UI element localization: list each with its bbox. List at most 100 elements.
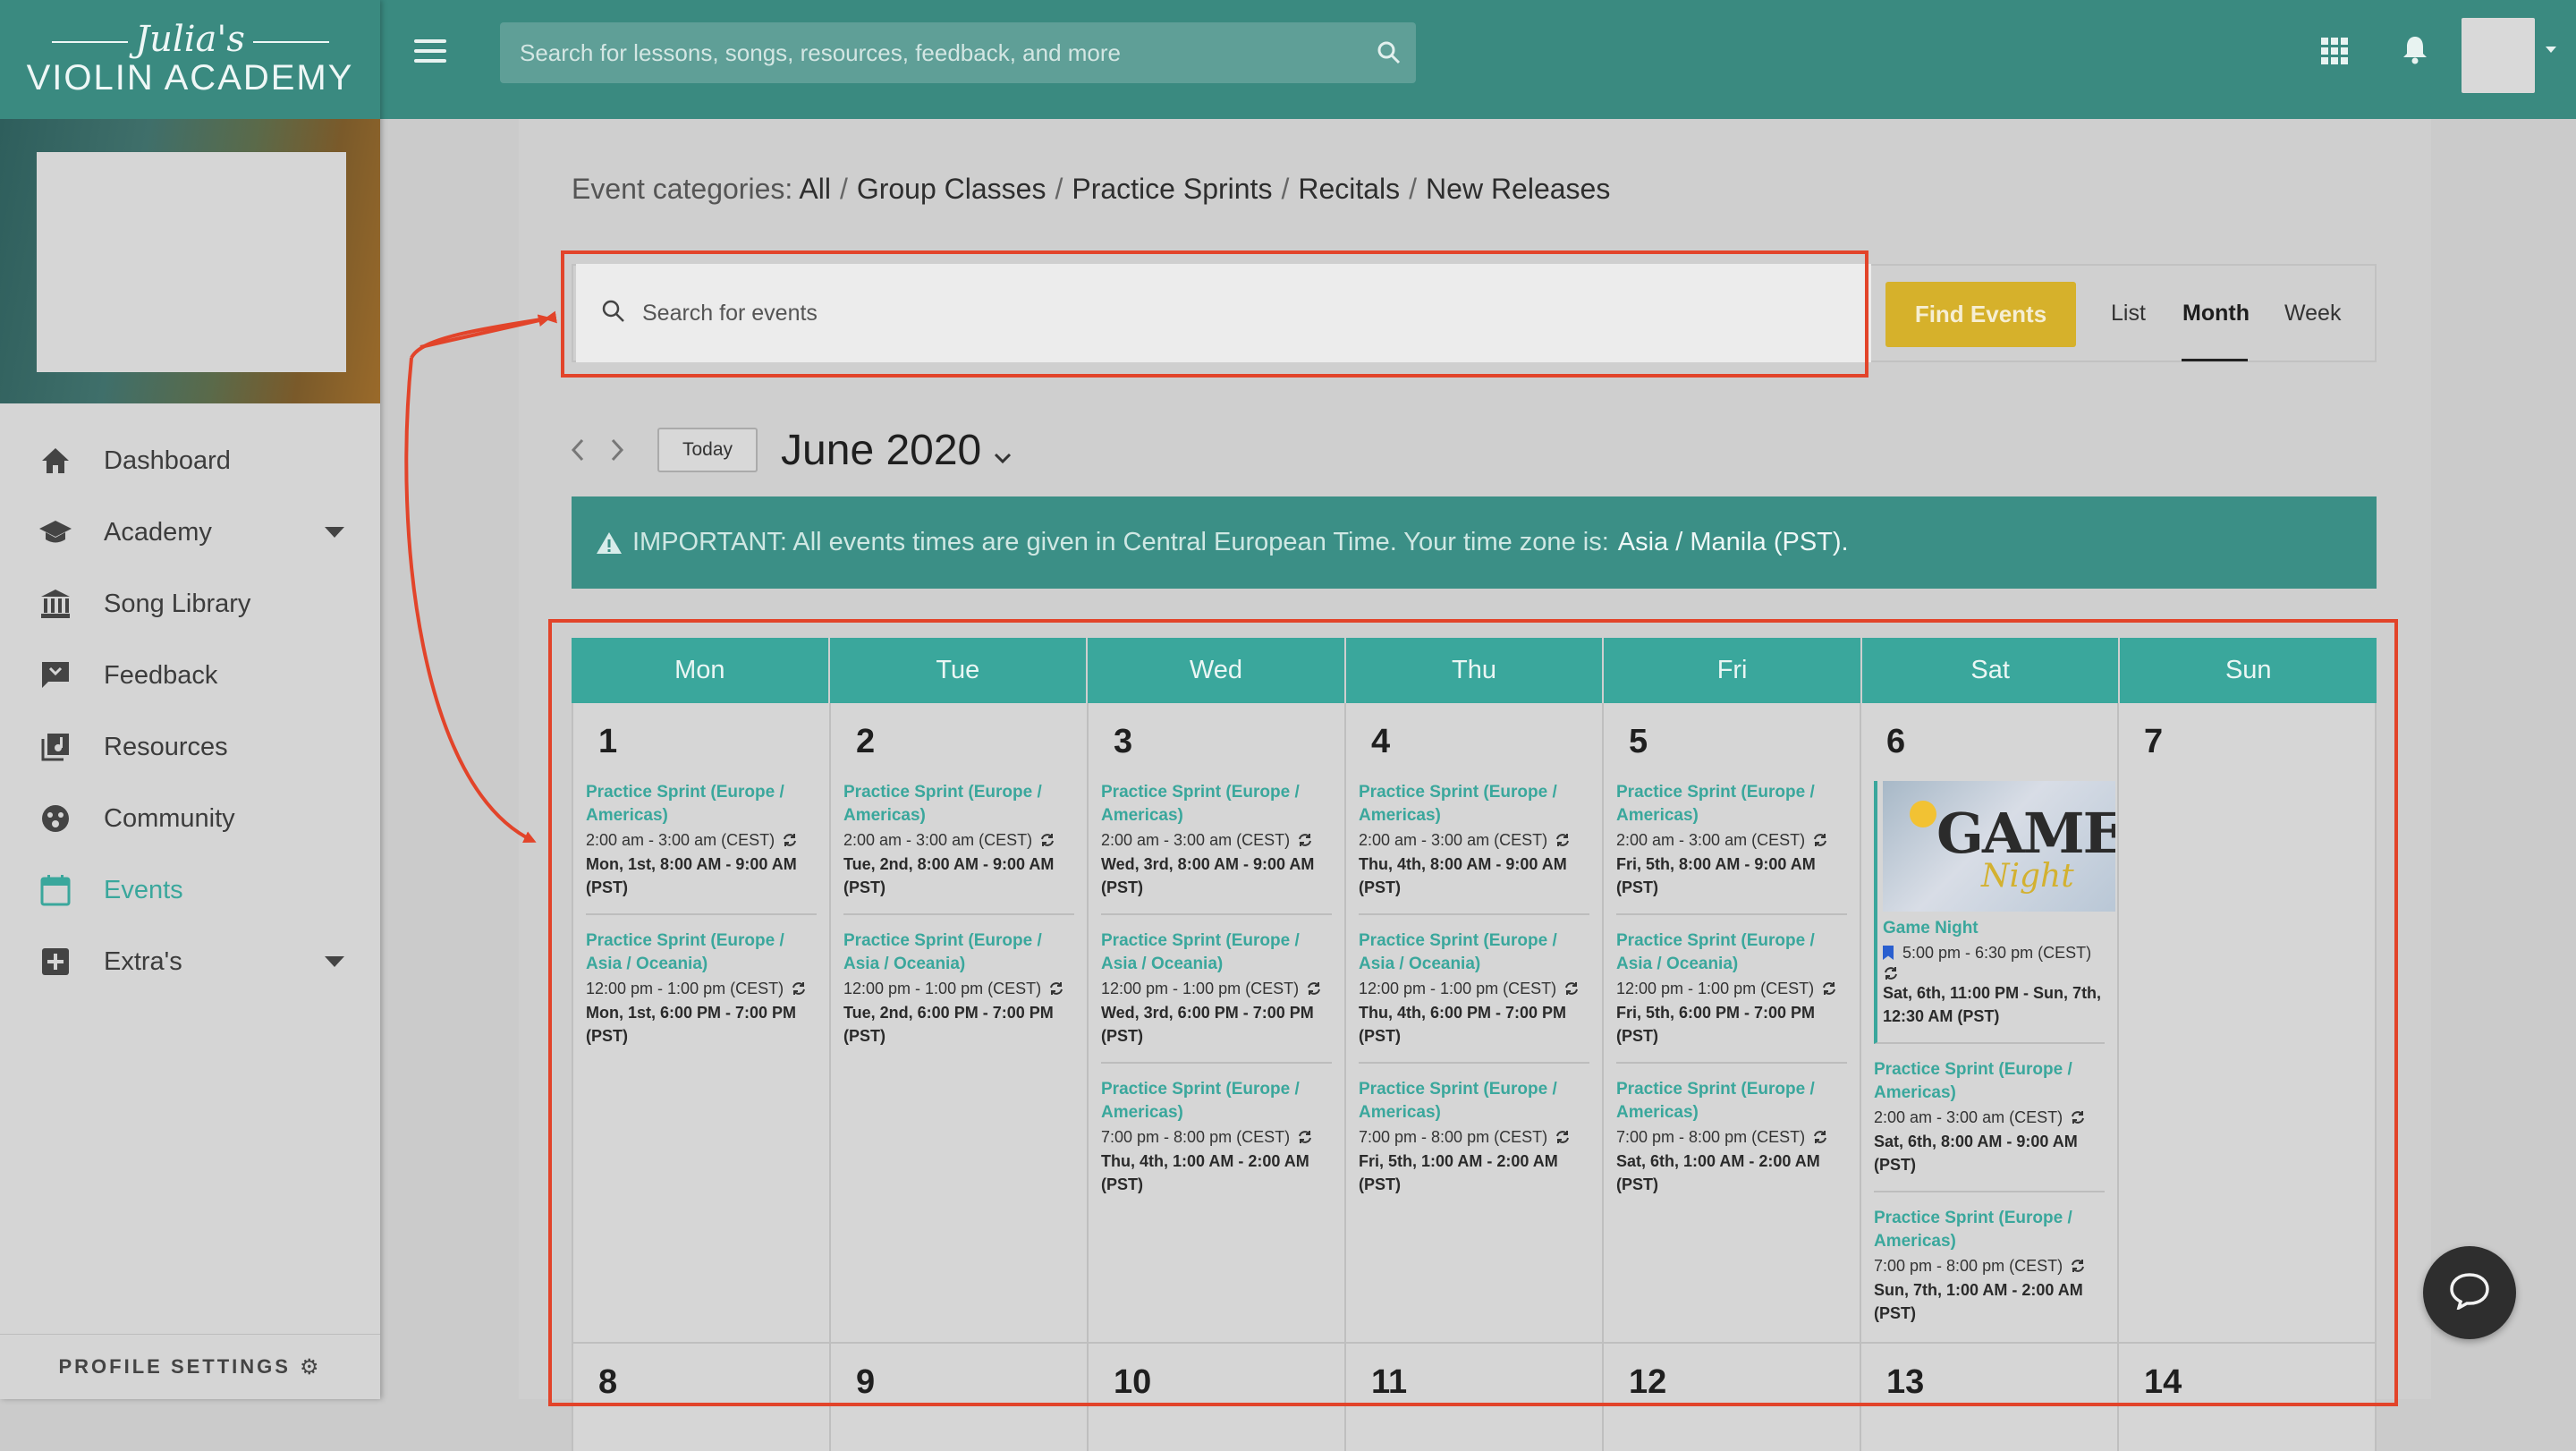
calendar-day[interactable]: 6 GAME Night Game Night 5:00 pm - 6:30 p…	[1861, 703, 2119, 1342]
calendar-day[interactable]: 2 Practice Sprint (Europe / Americas) 2:…	[831, 703, 1089, 1342]
caret-down-icon[interactable]	[325, 527, 344, 538]
month-picker[interactable]: June 2020	[781, 426, 1012, 475]
day-number[interactable]: 14	[2144, 1363, 2362, 1402]
calendar-event[interactable]: Practice Sprint (Europe / Asia / Oceania…	[843, 929, 1074, 1062]
day-number[interactable]: 12	[1629, 1363, 1847, 1402]
sidebar-item-extras[interactable]: Extra's	[0, 926, 380, 997]
event-title[interactable]: Practice Sprint (Europe / Asia / Oceania…	[1101, 929, 1332, 976]
apps-grid-icon[interactable]	[2321, 38, 2348, 64]
calendar-day[interactable]: 10	[1089, 1344, 1346, 1451]
chevron-left-icon[interactable]	[568, 438, 588, 462]
event-title[interactable]: Practice Sprint (Europe / Americas)	[1874, 1207, 2105, 1253]
sidebar-item-community[interactable]: Community	[0, 783, 380, 854]
calendar-event[interactable]: Practice Sprint (Europe / Americas) 2:00…	[586, 781, 817, 915]
sidebar-item-song-library[interactable]: Song Library	[0, 568, 380, 640]
profile-settings-link[interactable]: PROFILE SETTINGS ⚙	[0, 1334, 380, 1399]
event-title[interactable]: Practice Sprint (Europe / Americas)	[1101, 781, 1332, 827]
sidebar-item-feedback[interactable]: Feedback	[0, 640, 380, 711]
menu-icon[interactable]	[414, 39, 446, 66]
day-number[interactable]: 13	[1886, 1363, 2105, 1402]
day-number[interactable]: 9	[856, 1363, 1074, 1402]
day-number[interactable]: 6	[1886, 723, 2105, 761]
day-number[interactable]: 11	[1371, 1363, 1589, 1402]
view-tab-list[interactable]: List	[2111, 301, 2146, 327]
caret-down-icon[interactable]	[2546, 47, 2556, 53]
day-number[interactable]: 3	[1114, 723, 1332, 761]
global-search-input[interactable]	[518, 38, 1362, 68]
event-title[interactable]: Practice Sprint (Europe / Americas)	[1616, 781, 1847, 827]
day-number[interactable]: 4	[1371, 723, 1589, 761]
event-image[interactable]: GAME Night	[1883, 781, 2115, 912]
calendar-day[interactable]: 5 Practice Sprint (Europe / Americas) 2:…	[1604, 703, 1861, 1342]
calendar-event[interactable]: Practice Sprint (Europe / Americas) 7:00…	[1101, 1078, 1332, 1210]
featured-event[interactable]: GAME Night Game Night 5:00 pm - 6:30 pm …	[1874, 781, 2115, 1044]
sidebar-item-dashboard[interactable]: Dashboard	[0, 425, 380, 496]
calendar-event[interactable]: Practice Sprint (Europe / Americas) 7:00…	[1616, 1078, 1847, 1210]
calendar-event[interactable]: Practice Sprint (Europe / Americas) 7:00…	[1874, 1207, 2105, 1339]
calendar-event[interactable]: Practice Sprint (Europe / Americas) 2:00…	[1359, 781, 1589, 915]
calendar-day[interactable]: 3 Practice Sprint (Europe / Americas) 2:…	[1089, 703, 1346, 1342]
find-events-button[interactable]: Find Events	[1885, 282, 2076, 347]
event-title[interactable]: Practice Sprint (Europe / Asia / Oceania…	[1359, 929, 1589, 976]
event-title[interactable]: Practice Sprint (Europe / Americas)	[1616, 1078, 1847, 1124]
calendar-event[interactable]: Practice Sprint (Europe / Americas) 2:00…	[1874, 1058, 2105, 1192]
event-title[interactable]: Practice Sprint (Europe / Americas)	[1359, 781, 1589, 827]
event-title[interactable]: Practice Sprint (Europe / Americas)	[1874, 1058, 2105, 1105]
user-avatar[interactable]	[2462, 18, 2535, 93]
calendar-day[interactable]: 7	[2119, 703, 2377, 1342]
event-title[interactable]: Game Night	[1883, 917, 2105, 940]
event-title[interactable]: Practice Sprint (Europe / Americas)	[1101, 1078, 1332, 1124]
notice-timezone[interactable]: Asia / Manila (PST).	[1618, 528, 1849, 557]
day-number[interactable]: 5	[1629, 723, 1847, 761]
event-title[interactable]: Practice Sprint (Europe / Americas)	[1359, 1078, 1589, 1124]
calendar-day[interactable]: 12	[1604, 1344, 1861, 1451]
calendar-day[interactable]: 13	[1861, 1344, 2119, 1451]
sidebar-item-events[interactable]: Events	[0, 854, 380, 926]
caret-down-icon[interactable]	[325, 956, 344, 967]
calendar-event[interactable]: Practice Sprint (Europe / Americas) 7:00…	[1359, 1078, 1589, 1210]
search-icon[interactable]	[1362, 40, 1416, 65]
calendar-event[interactable]: Practice Sprint (Europe / Asia / Oceania…	[1616, 929, 1847, 1064]
calendar-day[interactable]: 11	[1346, 1344, 1604, 1451]
calendar-day[interactable]: 4 Practice Sprint (Europe / Americas) 2:…	[1346, 703, 1604, 1342]
sidebar-item-resources[interactable]: Resources	[0, 711, 380, 783]
event-title[interactable]: Practice Sprint (Europe / Americas)	[586, 781, 817, 827]
calendar-event[interactable]: Practice Sprint (Europe / Asia / Oceania…	[1101, 929, 1332, 1064]
calendar-event[interactable]: Practice Sprint (Europe / Asia / Oceania…	[1359, 929, 1589, 1064]
category-all[interactable]: All	[799, 173, 831, 205]
today-button[interactable]: Today	[657, 428, 758, 472]
category-group-classes[interactable]: Group Classes	[857, 173, 1046, 205]
calendar-event[interactable]: Practice Sprint (Europe / Americas) 2:00…	[1101, 781, 1332, 915]
calendar-event[interactable]: Practice Sprint (Europe / Americas) 2:00…	[1616, 781, 1847, 915]
view-tab-week[interactable]: Week	[2284, 301, 2341, 327]
event-title[interactable]: Practice Sprint (Europe / Asia / Oceania…	[1616, 929, 1847, 976]
event-title[interactable]: Practice Sprint (Europe / Americas)	[843, 781, 1074, 827]
day-number[interactable]: 7	[2144, 723, 2362, 761]
category-recitals[interactable]: Recitals	[1298, 173, 1400, 205]
calendar-day[interactable]: 1 Practice Sprint (Europe / Americas) 2:…	[572, 703, 831, 1342]
calendar-day[interactable]: 14	[2119, 1344, 2377, 1451]
event-local-time: Sat, 6th, 1:00 AM - 2:00 AM (PST)	[1616, 1152, 1820, 1193]
day-number[interactable]: 2	[856, 723, 1074, 761]
event-title[interactable]: Practice Sprint (Europe / Asia / Oceania…	[843, 929, 1074, 976]
event-search-input[interactable]	[640, 299, 1807, 327]
event-title[interactable]: Practice Sprint (Europe / Asia / Oceania…	[586, 929, 817, 976]
calendar-day[interactable]: 8	[572, 1344, 831, 1451]
brand-logo[interactable]: Julia's VIOLIN ACADEMY	[0, 0, 380, 119]
calendar-event[interactable]: Practice Sprint (Europe / Americas) 2:00…	[843, 781, 1074, 915]
category-practice-sprints[interactable]: Practice Sprints	[1072, 173, 1272, 205]
event-time: 12:00 pm - 1:00 pm (CEST)	[1616, 976, 1847, 1001]
day-number[interactable]: 10	[1114, 1363, 1332, 1402]
chat-widget-button[interactable]	[2423, 1246, 2516, 1339]
day-number[interactable]: 8	[598, 1363, 817, 1402]
view-tab-month[interactable]: Month	[2182, 301, 2250, 327]
sidebar-item-label: Resources	[104, 732, 228, 761]
day-number[interactable]: 1	[598, 723, 817, 761]
category-new-releases[interactable]: New Releases	[1426, 173, 1610, 205]
bell-icon[interactable]	[2402, 34, 2428, 69]
calendar-event[interactable]: Practice Sprint (Europe / Asia / Oceania…	[586, 929, 817, 1062]
profile-image[interactable]	[37, 152, 346, 372]
calendar-day[interactable]: 9	[831, 1344, 1089, 1451]
chevron-right-icon[interactable]	[607, 438, 627, 462]
sidebar-item-academy[interactable]: Academy	[0, 496, 380, 568]
